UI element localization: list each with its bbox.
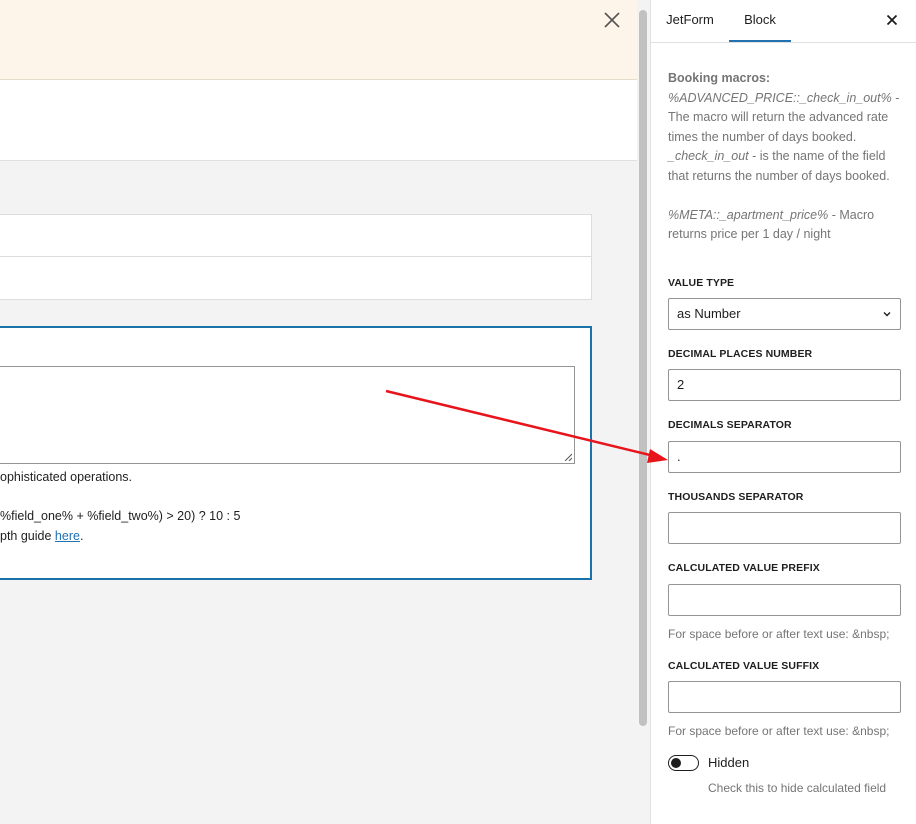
- suffix-input[interactable]: [668, 681, 901, 713]
- calculated-field-block[interactable]: ophisticated operations. %field_one% + %…: [0, 326, 592, 580]
- settings-sidebar: JetForm Block Booking macros: %ADVANCED_…: [650, 0, 916, 824]
- value-type-label: VALUE TYPE: [668, 277, 735, 289]
- suffix-hint: For space before or after text use: &nbs…: [668, 724, 890, 738]
- prefix-hint: For space before or after text use: &nbs…: [668, 627, 890, 641]
- help-text-line1: ophisticated operations.: [0, 470, 133, 484]
- prefix-input[interactable]: [668, 584, 901, 616]
- editor-canvas: ophisticated operations. %field_one% + %…: [0, 0, 637, 824]
- value-type-selected: as Number: [677, 306, 741, 321]
- toggle-knob: [671, 758, 681, 768]
- help-text-line3: pth guide here.: [0, 529, 83, 543]
- help-text-line2: %field_one% + %field_two%) > 20) ? 10 : …: [0, 509, 241, 523]
- editor-scrollbar[interactable]: [639, 10, 647, 726]
- hidden-toggle[interactable]: [668, 755, 699, 771]
- field-name: _check_in_out: [668, 149, 749, 163]
- decimals-separator-input[interactable]: .: [668, 441, 901, 473]
- macro-advanced-price: %ADVANCED_PRICE::_check_in_out%: [668, 90, 892, 105]
- tab-block[interactable]: Block: [729, 0, 791, 42]
- decimal-places-label: DECIMAL PLACES NUMBER: [668, 348, 813, 360]
- decimals-separator-label: DECIMALS SEPARATOR: [668, 419, 792, 431]
- suffix-label: CALCULATED VALUE SUFFIX: [668, 660, 820, 672]
- editor-header-band: [0, 80, 637, 161]
- hidden-toggle-help: Check this to hide calculated field: [708, 781, 887, 795]
- prefix-label: CALCULATED VALUE PREFIX: [668, 562, 820, 574]
- box-divider: [0, 256, 591, 257]
- close-sidebar-icon[interactable]: [883, 11, 901, 29]
- field-settings-box: [0, 214, 592, 300]
- hidden-toggle-label: Hidden: [708, 755, 750, 770]
- formula-textarea[interactable]: [0, 366, 575, 464]
- resize-grip-icon[interactable]: [564, 453, 572, 461]
- notice-banner: [0, 0, 637, 80]
- booking-macros-description: Booking macros: %ADVANCED_PRICE::_check_…: [668, 69, 908, 245]
- booking-macros-title: Booking macros:: [668, 71, 771, 85]
- close-icon[interactable]: [600, 8, 624, 32]
- help-text-prefix: pth guide: [0, 529, 55, 543]
- tab-jetform[interactable]: JetForm: [655, 0, 725, 42]
- thousands-separator-label: THOUSANDS SEPARATOR: [668, 491, 804, 503]
- sidebar-tabs: JetForm Block: [651, 0, 916, 43]
- thousands-separator-input[interactable]: [668, 512, 901, 544]
- help-link[interactable]: here: [55, 529, 80, 543]
- macro-meta-price: %META::_apartment_price%: [668, 207, 829, 222]
- chevron-down-icon: [883, 312, 891, 317]
- decimal-places-input[interactable]: 2: [668, 369, 901, 401]
- value-type-select[interactable]: as Number: [668, 298, 901, 330]
- help-text-suffix: .: [79, 529, 84, 543]
